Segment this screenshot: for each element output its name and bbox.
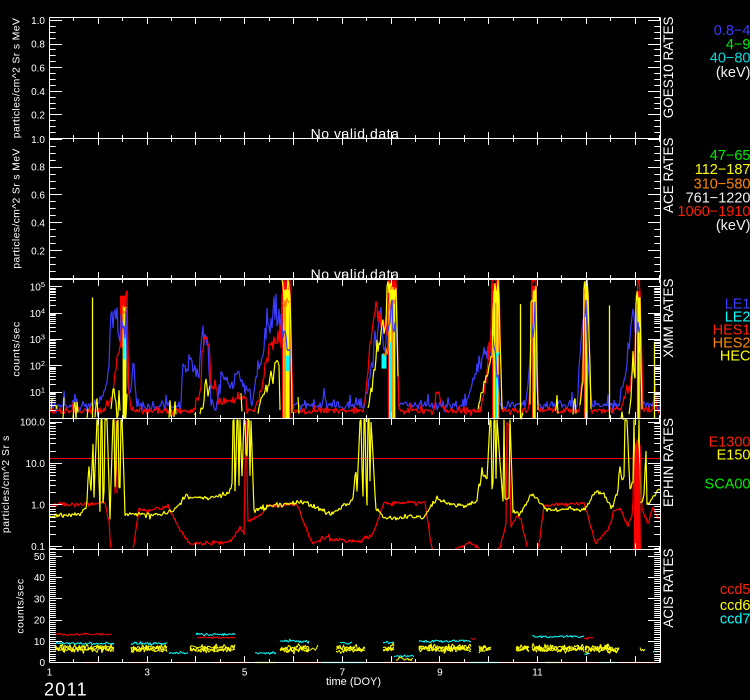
svg-text:GOES10 RATES: GOES10 RATES [661, 17, 676, 119]
svg-text:9: 9 [437, 668, 443, 679]
svg-text:10.0: 10.0 [26, 459, 46, 470]
svg-text:5: 5 [242, 668, 248, 679]
svg-text:20: 20 [34, 616, 46, 627]
svg-text:11: 11 [532, 668, 543, 679]
svg-text:0.8: 0.8 [31, 40, 45, 51]
svg-text:0.6: 0.6 [31, 63, 45, 74]
svg-text:counts/sec: counts/sec [15, 578, 27, 633]
svg-text:(keV): (keV) [716, 65, 750, 81]
svg-text:1.0: 1.0 [31, 16, 45, 27]
svg-text:SCA00: SCA00 [705, 477, 750, 493]
svg-text:1.0: 1.0 [31, 501, 45, 512]
svg-text:time (DOY): time (DOY) [326, 676, 381, 688]
svg-text:0.6: 0.6 [31, 191, 45, 202]
svg-text:ACIS RATES: ACIS RATES [661, 549, 676, 628]
svg-text:0.2: 0.2 [31, 111, 45, 122]
svg-text:particles/cm^2 Sr s: particles/cm^2 Sr s [0, 435, 12, 533]
svg-text:E150: E150 [717, 448, 750, 464]
svg-text:30: 30 [34, 594, 46, 605]
svg-text:10: 10 [34, 637, 46, 648]
svg-text:counts/sec: counts/sec [11, 321, 23, 376]
svg-text:XMM RATES: XMM RATES [661, 279, 676, 358]
svg-text:ccd7: ccd7 [720, 612, 750, 628]
svg-text:ACE RATES: ACE RATES [661, 138, 676, 214]
svg-text:1: 1 [47, 668, 53, 679]
svg-text:No valid data: No valid data [311, 126, 400, 142]
svg-text:2011: 2011 [44, 680, 88, 700]
svg-text:ccd5: ccd5 [720, 582, 750, 598]
svg-text:0.4: 0.4 [31, 87, 45, 98]
svg-text:50: 50 [34, 552, 46, 563]
svg-text:100.0: 100.0 [20, 418, 45, 429]
svg-text:3: 3 [144, 668, 150, 679]
svg-text:40: 40 [34, 573, 46, 584]
svg-text:particles/cm^2 Sr s MeV: particles/cm^2 Sr s MeV [11, 148, 23, 268]
svg-text:EPHIN RATES: EPHIN RATES [661, 418, 676, 507]
svg-text:0.4: 0.4 [31, 218, 45, 229]
svg-text:0.2: 0.2 [31, 246, 45, 257]
svg-text:1.0: 1.0 [31, 135, 45, 146]
svg-text:0: 0 [39, 658, 45, 669]
svg-text:HEC: HEC [720, 349, 750, 365]
svg-text:0.8: 0.8 [31, 163, 45, 174]
svg-text:particles/cm^2 Sr s MeV: particles/cm^2 Sr s MeV [11, 18, 23, 138]
svg-text:(keV): (keV) [716, 218, 750, 234]
